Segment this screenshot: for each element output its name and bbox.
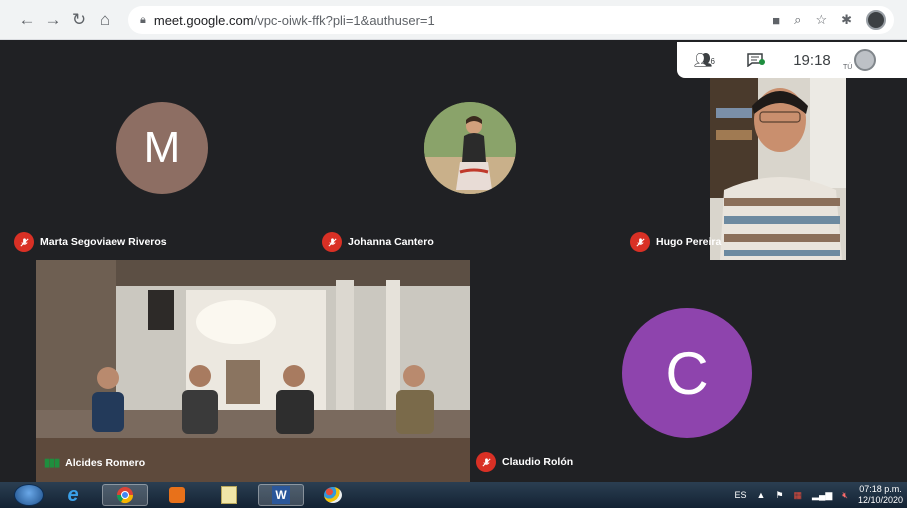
omnibox-actions: ■ ⌕ ☆ ✱ [772,10,886,30]
ie-taskbar-button[interactable]: e [50,484,96,506]
internet-explorer-icon: e [67,483,79,506]
start-button[interactable] [14,484,44,506]
taskbar-time: 07:18 p.m. [859,484,902,494]
participant-avatar: C [622,308,752,438]
participant-video [36,260,470,482]
url-host: meet.google.com [153,12,254,28]
meeting-clock: 19:18 [793,51,831,69]
video-frame [36,260,470,482]
participant-name: Hugo Pereira [656,236,722,248]
participant-tile-marta[interactable]: M Marta Segoviaew Riveros [0,40,310,260]
url-text: meet.google.com/vpc-oiwk-ffk?pli=1&authu… [154,13,435,28]
extensions-icon[interactable]: ✱ [841,12,852,28]
network-signal-icon[interactable]: ▂▄▆ [812,490,832,501]
person-figure-icon [424,102,516,194]
participant-video [710,78,846,260]
language-indicator[interactable]: ES [735,490,747,500]
taskbar-clock[interactable]: 07:18 p.m. 12/10/2020 [858,484,903,506]
forward-icon[interactable]: → [40,7,66,33]
participant-avatar: M [116,102,208,194]
chat-notification-dot [759,59,765,65]
power-icon[interactable]: ▦ [794,490,803,501]
taskbar: e W ES ▲ ⚑ ▦ ▂▄▆ 🔇︎ 07:18 p.m. 12/10/202… [0,482,907,508]
participant-tile-johanna[interactable]: Johanna Cantero [310,40,620,260]
avatar-initial: M [143,123,181,172]
word-taskbar-button[interactable]: W [258,484,304,506]
you-label: TÚ [843,63,853,71]
participant-tile-alcides[interactable]: ▮▮▮ Alcides Romero [0,260,470,482]
back-icon[interactable]: ← [14,7,40,33]
participant-name-tag: Hugo Pereira [630,232,721,252]
self-avatar[interactable] [854,49,877,71]
volume-muted-icon[interactable]: 🔇︎ [842,490,848,501]
media-player-taskbar-button[interactable] [154,484,200,506]
chrome-taskbar-button[interactable] [102,484,148,506]
participant-photo [424,102,516,194]
notepad-icon [221,486,237,504]
meeting-stage: M Marta Segoviaew Riveros Johanna Canter… [0,40,907,482]
speaking-indicator-icon: ▮▮▮ [44,457,60,469]
chat-button[interactable] [729,53,781,67]
mic-off-icon [14,232,34,252]
show-hidden-icons-icon[interactable]: ▲ [757,490,766,500]
chrome-icon [116,487,134,504]
browser-toolbar: ← → ↻ ⌂ 🔒︎ meet.google.com/vpc-oiwk-ffk?… [0,0,907,40]
participant-tile-claudio[interactable]: C Claudio Rolón [470,260,907,482]
paint-icon [324,487,342,503]
mic-off-icon [322,232,342,252]
participant-name: Alcides Romero [65,456,146,469]
bookmark-star-icon[interactable]: ☆ [815,12,827,28]
url-path: /vpc-oiwk-ffk?pli=1&authuser=1 [253,12,435,28]
participant-name-tag: Claudio Rolón [476,452,573,472]
mic-off-icon [630,232,650,252]
participant-name: Marta Segoviaew Riveros [40,236,167,248]
system-tray: ES ▲ ⚑ ▦ ▂▄▆ 🔇︎ 07:18 p.m. 12/10/2020 [735,482,903,508]
home-icon[interactable]: ⌂ [92,7,118,33]
paint-taskbar-button[interactable] [310,484,356,506]
participant-name-tag: Johanna Cantero [322,232,434,252]
meeting-info-panel: 👥︎ 6 19:18 TÚ [677,42,907,78]
avatar-initial: C [665,339,709,407]
zoom-icon[interactable]: ⌕ [794,12,801,28]
participant-name-tag: ▮▮▮ Alcides Romero [44,456,146,470]
participant-name: Claudio Rolón [502,456,574,468]
notepad-taskbar-button[interactable] [206,484,252,506]
lock-icon: 🔒︎ [140,13,146,26]
participant-name: Johanna Cantero [348,236,434,248]
word-icon: W [272,486,290,504]
taskbar-date: 12/10/2020 [857,495,903,505]
profile-avatar[interactable] [866,10,886,30]
reload-icon[interactable]: ↻ [66,7,92,33]
mic-off-icon [476,452,496,472]
video-frame [710,78,846,260]
people-button[interactable]: 👥︎ 6 [677,51,729,69]
media-player-icon [169,487,185,503]
camera-icon[interactable]: ■ [772,13,780,28]
address-bar[interactable]: 🔒︎ meet.google.com/vpc-oiwk-ffk?pli=1&au… [128,6,894,34]
participant-name-tag: Marta Segoviaew Riveros [14,232,167,252]
action-center-flag-icon[interactable]: ⚑ [775,490,783,501]
people-count: 6 [710,57,715,66]
